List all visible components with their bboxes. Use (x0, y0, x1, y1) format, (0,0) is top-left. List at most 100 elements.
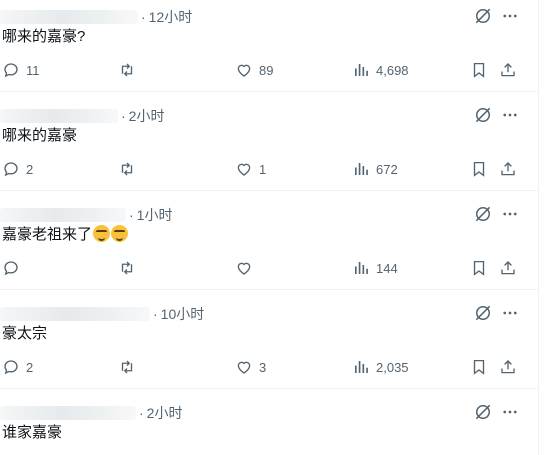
share-icon (501, 261, 515, 275)
reply-header: · 2小时 (0, 106, 164, 126)
views-icon (355, 64, 368, 76)
reply-header: · 2小时 (0, 403, 182, 423)
views-button[interactable]: 144 (352, 253, 398, 283)
repost-icon (121, 162, 133, 176)
reply-icon (4, 162, 18, 177)
share-icon (501, 63, 515, 77)
views-icon (355, 361, 368, 373)
more-options-icon[interactable] (499, 203, 521, 225)
views-icon (355, 262, 368, 274)
bookmark-button[interactable] (470, 253, 488, 283)
repost-icon (121, 261, 133, 275)
reply-count: 2 (26, 359, 34, 375)
blurred-username (0, 406, 136, 420)
views-button[interactable]: 672 (352, 154, 398, 184)
bookmark-button[interactable] (470, 154, 488, 184)
view-count: 672 (376, 161, 398, 177)
like-count: 1 (259, 161, 267, 177)
more-options-icon[interactable] (499, 5, 521, 27)
timestamp[interactable]: 10小时 (161, 304, 205, 324)
reply-header: · 12小时 (0, 7, 192, 27)
grok-icon[interactable] (472, 203, 494, 225)
nerd-face-emoji (93, 225, 111, 242)
timestamp[interactable]: 12小时 (149, 7, 193, 27)
reply-text: 哪来的嘉豪 (2, 127, 78, 144)
separator-dot: · (121, 108, 126, 124)
view-count: 4,698 (376, 62, 409, 78)
grok-icon[interactable] (472, 302, 494, 324)
share-button[interactable] (499, 352, 517, 382)
reply-card[interactable]: · 2小时 谁家嘉豪 (0, 396, 539, 455)
like-button[interactable] (235, 253, 259, 283)
separator-dot: · (139, 405, 144, 421)
views-button[interactable]: 2,035 (352, 352, 409, 382)
bookmark-icon (473, 260, 485, 276)
bookmark-button[interactable] (470, 55, 488, 85)
reply-icon (4, 261, 18, 276)
reply-text: 嘉豪老祖来了 (2, 225, 129, 245)
action-bar: 11 89 4,698 (0, 55, 539, 85)
reply-button[interactable] (2, 253, 26, 283)
views-icon (355, 163, 368, 175)
bookmark-icon (473, 359, 485, 375)
reply-button[interactable]: 2 (2, 352, 33, 382)
reply-text: 豪太宗 (2, 325, 48, 342)
bookmark-icon (473, 62, 485, 78)
separator-dot: · (141, 9, 146, 25)
repost-button[interactable] (118, 253, 142, 283)
action-bar: 144 (0, 253, 539, 283)
reply-text: 哪来的嘉豪? (2, 28, 86, 45)
heart-icon (237, 361, 251, 374)
share-icon (501, 162, 515, 176)
timestamp[interactable]: 1小时 (137, 205, 173, 225)
heart-icon (237, 163, 251, 176)
grok-icon[interactable] (472, 401, 494, 423)
more-options-icon[interactable] (499, 302, 521, 324)
share-button[interactable] (499, 154, 517, 184)
like-button[interactable]: 3 (235, 352, 266, 382)
reply-header: · 10小时 (0, 304, 204, 324)
like-count: 3 (259, 359, 267, 375)
nerd-face-emoji (111, 225, 129, 242)
reply-button[interactable]: 11 (2, 55, 40, 85)
separator-dot: · (129, 207, 134, 223)
blurred-username (0, 109, 118, 123)
repost-icon (121, 360, 133, 374)
bookmark-icon (473, 161, 485, 177)
reply-card[interactable]: · 1小时 嘉豪老祖来了 144 (0, 198, 539, 290)
more-options-icon[interactable] (499, 401, 521, 423)
repost-button[interactable] (118, 55, 142, 85)
share-icon (501, 360, 515, 374)
more-options-icon[interactable] (499, 104, 521, 126)
repost-button[interactable] (118, 154, 142, 184)
reply-icon (4, 360, 18, 375)
action-bar: 2 3 2,035 (0, 352, 539, 382)
reply-count: 11 (26, 62, 40, 78)
bookmark-button[interactable] (470, 352, 488, 382)
grok-icon[interactable] (472, 5, 494, 27)
like-button[interactable]: 89 (235, 55, 273, 85)
repost-icon (121, 63, 133, 77)
blurred-username (0, 10, 138, 24)
reply-header: · 1小时 (0, 205, 172, 225)
reply-text: 谁家嘉豪 (2, 424, 63, 441)
reply-card[interactable]: · 12小时 哪来的嘉豪? 11 89 4,698 (0, 0, 539, 92)
reply-card[interactable]: · 2小时 哪来的嘉豪 2 1 672 (0, 99, 539, 191)
heart-icon (237, 64, 251, 77)
like-button[interactable]: 1 (235, 154, 266, 184)
reply-button[interactable]: 2 (2, 154, 33, 184)
timestamp[interactable]: 2小时 (129, 106, 165, 126)
grok-icon[interactable] (472, 104, 494, 126)
separator-dot: · (153, 306, 158, 322)
view-count: 144 (376, 260, 398, 276)
blurred-username (0, 208, 126, 222)
views-button[interactable]: 4,698 (352, 55, 409, 85)
share-button[interactable] (499, 55, 517, 85)
repost-button[interactable] (118, 352, 142, 382)
share-button[interactable] (499, 253, 517, 283)
view-count: 2,035 (376, 359, 409, 375)
reply-card[interactable]: · 10小时 豪太宗 2 3 2,035 (0, 297, 539, 389)
reply-count: 2 (26, 161, 34, 177)
like-count: 89 (259, 62, 274, 78)
timestamp[interactable]: 2小时 (147, 403, 183, 423)
